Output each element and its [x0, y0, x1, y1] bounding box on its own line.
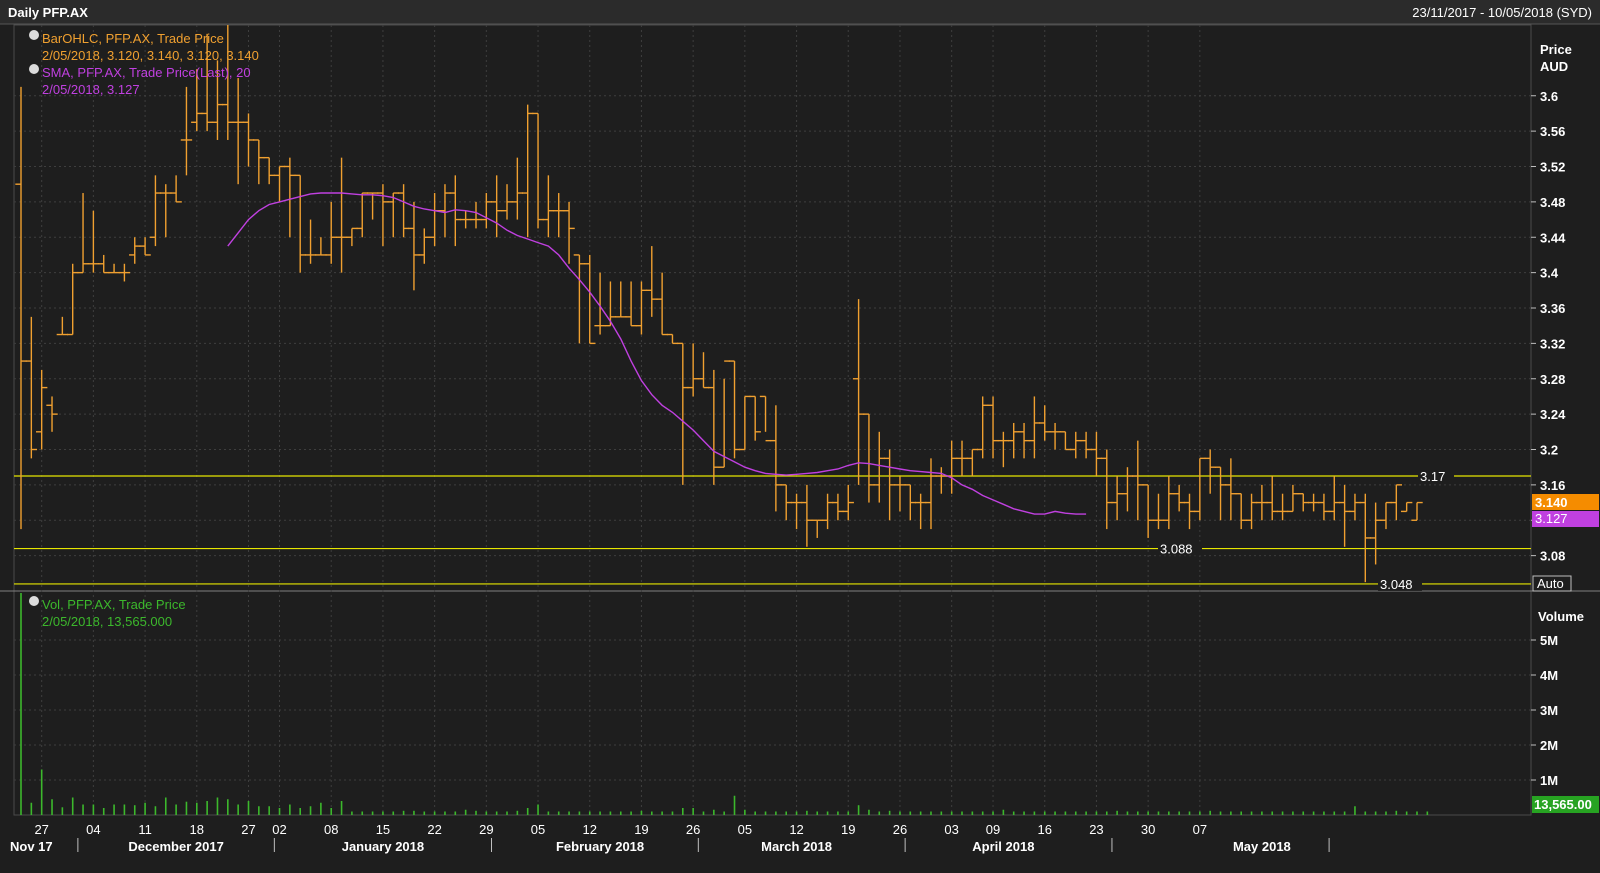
last-volume-badge-text: 13,565.00: [1534, 797, 1592, 812]
x-day-label: 07: [1193, 822, 1207, 837]
window-title: Daily PFP.AX: [8, 5, 88, 20]
last-sma-badge-text: 3.127: [1535, 511, 1568, 526]
volume-tick-label: 4M: [1540, 668, 1558, 683]
price-tick-label: 3.48: [1540, 195, 1565, 210]
price-tick-label: 3.24: [1540, 407, 1566, 422]
price-tick-label: 3.32: [1540, 336, 1565, 351]
x-day-label: 22: [427, 822, 441, 837]
x-day-label: 19: [634, 822, 648, 837]
price-tick-label: 3.2: [1540, 443, 1558, 458]
x-day-label: 08: [324, 822, 338, 837]
x-month-label: Nov 17: [10, 839, 53, 854]
x-day-label: 23: [1089, 822, 1103, 837]
price-tick-label: 3.36: [1540, 301, 1565, 316]
price-axis-title: Price: [1540, 42, 1572, 57]
x-day-label: 18: [190, 822, 204, 837]
x-day-label: 05: [738, 822, 752, 837]
price-tick-label: 3.44: [1540, 230, 1566, 245]
reference-line-label: 3.088: [1160, 542, 1193, 557]
volume-tick-label: 5M: [1540, 633, 1558, 648]
legend-toggle-icon[interactable]: [29, 596, 39, 606]
x-month-label: December 2017: [128, 839, 223, 854]
auto-scale-button-label: Auto: [1537, 576, 1564, 591]
chart-canvas: Daily PFP.AX 23/11/2017 - 10/05/2018 (SY…: [0, 0, 1600, 873]
x-day-label: 16: [1037, 822, 1051, 837]
price-tick-label: 3.08: [1540, 549, 1565, 564]
price-axis-unit: AUD: [1540, 59, 1568, 74]
legend-toggle-icon[interactable]: [29, 30, 39, 40]
volume-tick-label: 2M: [1540, 738, 1558, 753]
x-day-label: 29: [479, 822, 493, 837]
x-day-label: 26: [686, 822, 700, 837]
price-tick-label: 3.28: [1540, 372, 1565, 387]
x-day-label: 27: [241, 822, 255, 837]
x-day-label: 11: [138, 822, 152, 837]
volume-axis-title: Volume: [1538, 609, 1584, 624]
legend-toggle-icon[interactable]: [29, 64, 39, 74]
x-day-label: 19: [841, 822, 855, 837]
price-tick-label: 3.16: [1540, 478, 1565, 493]
x-day-label: 12: [789, 822, 803, 837]
x-month-label: April 2018: [972, 839, 1034, 854]
x-day-label: 26: [893, 822, 907, 837]
x-day-label: 09: [986, 822, 1000, 837]
price-tick-label: 3.56: [1540, 124, 1565, 139]
title-bar: [0, 0, 1600, 24]
sma-legend-value: 2/05/2018, 3.127: [42, 82, 140, 97]
x-month-label: February 2018: [556, 839, 644, 854]
price-tick-label: 3.52: [1540, 160, 1565, 175]
x-month-label: March 2018: [761, 839, 832, 854]
last-price-badge-text: 3.140: [1535, 495, 1568, 510]
volume-tick-label: 3M: [1540, 703, 1558, 718]
ohlc-legend-name: BarOHLC, PFP.AX, Trade Price: [42, 31, 224, 46]
volume-legend-name: Vol, PFP.AX, Trade Price: [42, 597, 186, 612]
x-day-label: 02: [272, 822, 286, 837]
x-month-label: January 2018: [342, 839, 424, 854]
ohlc-legend-value: 2/05/2018, 3.120, 3.140, 3.120, 3.140: [42, 48, 259, 63]
x-day-label: 04: [86, 822, 100, 837]
sma-legend-name: SMA, PFP.AX, Trade Price(Last), 20: [42, 65, 251, 80]
x-month-label: May 2018: [1233, 839, 1291, 854]
x-day-label: 15: [376, 822, 390, 837]
x-day-label: 03: [944, 822, 958, 837]
x-day-label: 05: [531, 822, 545, 837]
volume-tick-label: 1M: [1540, 773, 1558, 788]
reference-line-label: 3.048: [1380, 577, 1413, 592]
volume-legend-value: 2/05/2018, 13,565.000: [42, 614, 172, 629]
x-day-label: 30: [1141, 822, 1155, 837]
price-tick-label: 3.6: [1540, 89, 1558, 104]
x-day-label: 27: [34, 822, 48, 837]
x-day-label: 12: [583, 822, 597, 837]
price-tick-label: 3.4: [1540, 266, 1559, 281]
date-range: 23/11/2017 - 10/05/2018 (SYD): [1412, 5, 1592, 20]
reference-line-label: 3.17: [1420, 469, 1445, 484]
